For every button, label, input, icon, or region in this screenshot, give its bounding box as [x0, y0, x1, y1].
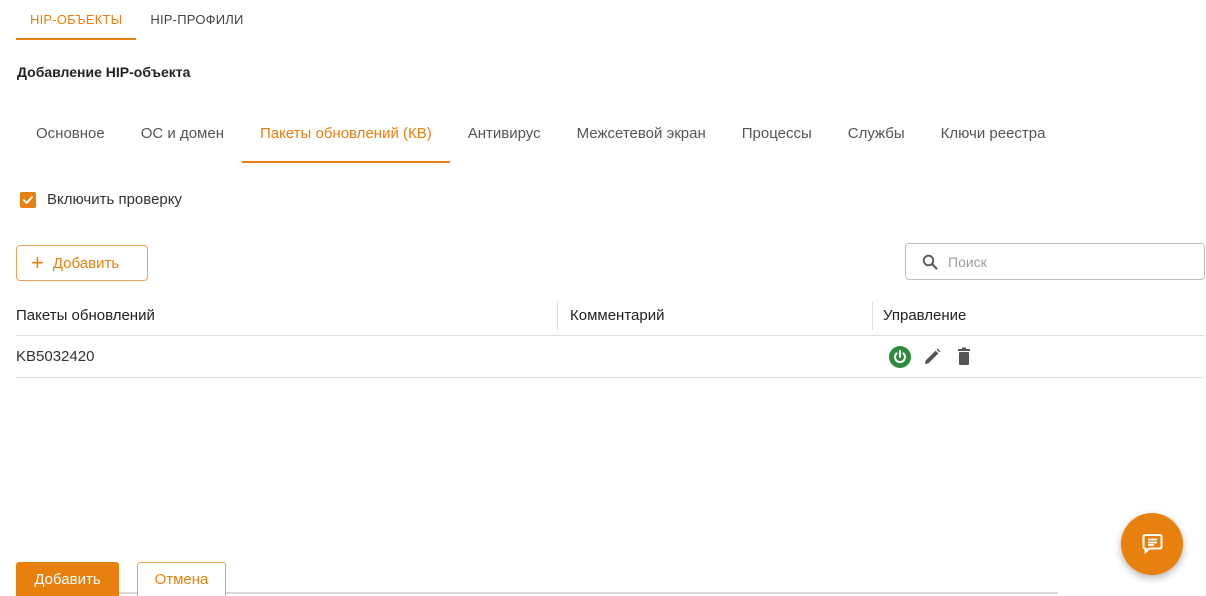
tab-update-packages[interactable]: Пакеты обновлений (КВ) — [241, 116, 450, 163]
toggle-enabled-button[interactable] — [889, 346, 911, 368]
sub-tabs: Основное ОС и домен Пакеты обновлений (К… — [18, 116, 1063, 164]
tab-hip-profiles[interactable]: HIP-ПРОФИЛИ — [136, 0, 257, 40]
column-resize-handle[interactable] — [557, 302, 558, 330]
tab-services[interactable]: Службы — [830, 116, 923, 163]
pencil-icon — [925, 348, 941, 364]
tab-firewall[interactable]: Межсетевой экран — [559, 116, 724, 163]
top-tabs: HIP-ОБЪЕКТЫ HIP-ПРОФИЛИ — [16, 0, 258, 40]
tab-os-domain[interactable]: ОС и домен — [123, 116, 242, 163]
add-package-button[interactable]: + Добавить — [16, 245, 148, 281]
column-header-comment[interactable]: Комментарий — [570, 307, 664, 324]
power-icon — [889, 346, 911, 368]
column-resize-handle[interactable] — [872, 302, 873, 330]
trash-icon — [958, 347, 970, 365]
search-icon — [922, 254, 938, 269]
add-package-label: Добавить — [52, 254, 120, 272]
column-header-actions: Управление — [883, 307, 967, 324]
cancel-button[interactable]: Отмена — [137, 562, 226, 596]
package-cell: KB5032420 — [16, 348, 95, 365]
tab-processes[interactable]: Процессы — [724, 116, 830, 163]
row-actions — [889, 346, 975, 368]
table-row: KB5032420 — [16, 336, 1205, 378]
enable-check-checkbox[interactable] — [20, 191, 36, 208]
plus-icon: + — [31, 250, 44, 275]
page-title: Добавление HIP-объекта — [17, 64, 191, 80]
edit-button[interactable] — [921, 346, 943, 368]
search-input[interactable] — [948, 253, 1188, 270]
submit-button[interactable]: Добавить — [16, 562, 119, 596]
enable-check-label: Включить проверку — [47, 191, 182, 208]
checkmark-icon — [23, 195, 33, 204]
tab-antivirus[interactable]: Антивирус — [450, 116, 559, 163]
packages-table: Пакеты обновлений Комментарий Управление… — [16, 296, 1205, 378]
tab-general[interactable]: Основное — [18, 116, 123, 163]
search-box[interactable] — [905, 243, 1205, 280]
tab-registry-keys[interactable]: Ключи реестра — [923, 116, 1064, 163]
chat-icon — [1142, 534, 1163, 555]
enable-check-row: Включить проверку — [20, 191, 182, 208]
tab-hip-objects[interactable]: HIP-ОБЪЕКТЫ — [16, 0, 137, 40]
column-header-packages[interactable]: Пакеты обновлений — [16, 307, 155, 324]
table-header: Пакеты обновлений Комментарий Управление — [16, 296, 1205, 336]
chat-fab-button[interactable] — [1121, 513, 1183, 575]
delete-button[interactable] — [953, 346, 975, 368]
